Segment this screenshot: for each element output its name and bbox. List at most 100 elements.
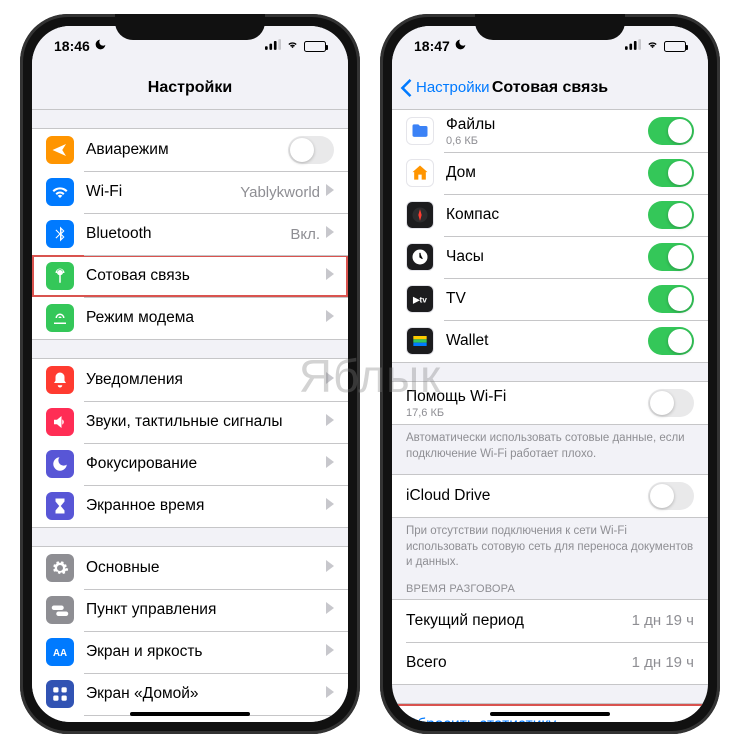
- app-label: Файлы: [446, 116, 648, 134]
- talk-label: Всего: [406, 654, 632, 672]
- app-icon: ▶tv: [406, 285, 434, 313]
- bluetooth-icon: [46, 220, 74, 248]
- phone-right: 18:47 Настройки Сотовая связь: [380, 14, 720, 734]
- airplane-icon: [46, 136, 74, 164]
- home-indicator[interactable]: [490, 712, 610, 716]
- gear-icon: [46, 554, 74, 582]
- app-data-row[interactable]: Часы: [392, 236, 708, 278]
- app-data-row[interactable]: Файлы0,6 КБ: [392, 110, 708, 152]
- chevron-right-icon: [326, 643, 334, 661]
- aa-icon: AA: [46, 638, 74, 666]
- notch: [475, 14, 625, 40]
- cellular-icon: [265, 39, 281, 53]
- app-label: TV: [446, 290, 648, 308]
- settings-row-bell[interactable]: Уведомления: [32, 359, 348, 401]
- app-label: Компас: [446, 206, 648, 224]
- hotspot-icon: [46, 304, 74, 332]
- settings-row-switches[interactable]: Пункт управления: [32, 589, 348, 631]
- row-label: Основные: [86, 559, 326, 577]
- row-label: Фокусирование: [86, 455, 326, 473]
- icloud-drive-label: iCloud Drive: [406, 487, 648, 505]
- app-icon: [406, 159, 434, 187]
- wifi-assist-note: Автоматически использовать сотовые данны…: [392, 425, 708, 464]
- app-data-row[interactable]: Дом: [392, 152, 708, 194]
- chevron-right-icon: [326, 267, 334, 285]
- icloud-drive-row[interactable]: iCloud Drive: [392, 475, 708, 517]
- app-icon: [406, 243, 434, 271]
- chevron-right-icon: [326, 309, 334, 327]
- app-icon: [406, 201, 434, 229]
- app-label: Часы: [446, 248, 648, 266]
- home-indicator[interactable]: [130, 712, 250, 716]
- status-time: 18:47: [414, 38, 450, 54]
- row-label: Bluetooth: [86, 225, 290, 243]
- app-data-row[interactable]: Компас: [392, 194, 708, 236]
- row-detail: Yablykworld: [240, 184, 320, 201]
- row-label: Режим модема: [86, 309, 326, 327]
- toggle-switch[interactable]: [648, 201, 694, 229]
- moon-icon: [46, 450, 74, 478]
- row-label: Звуки, тактильные сигналы: [86, 413, 326, 431]
- row-label: Экран и яркость: [86, 643, 326, 661]
- wifi-assist-label: Помощь Wi-Fi: [406, 388, 648, 406]
- settings-row-moon[interactable]: Фокусирование: [32, 443, 348, 485]
- settings-row-gear[interactable]: Основные: [32, 547, 348, 589]
- settings-row-hourglass[interactable]: Экранное время: [32, 485, 348, 527]
- wifi-assist-switch[interactable]: [648, 389, 694, 417]
- nav-bar: Настройки Сотовая связь: [392, 66, 708, 110]
- svg-text:▶tv: ▶tv: [412, 294, 427, 304]
- toggle-switch[interactable]: [648, 243, 694, 271]
- settings-row-aa[interactable]: AA Экран и яркость: [32, 631, 348, 673]
- settings-row-grid[interactable]: Экран «Домой»: [32, 673, 348, 715]
- settings-row-access[interactable]: Универсальный доступ: [32, 715, 348, 722]
- settings-row-airplane[interactable]: Авиарежим: [32, 129, 348, 171]
- talk-value: 1 дн 19 ч: [632, 654, 694, 671]
- chevron-right-icon: [326, 455, 334, 473]
- cellular-icon: [625, 39, 641, 53]
- row-label: Экран «Домой»: [86, 685, 326, 703]
- row-label: Пункт управления: [86, 601, 326, 619]
- toggle-switch[interactable]: [288, 136, 334, 164]
- nav-title: Сотовая связь: [492, 79, 608, 97]
- app-sublabel: 0,6 КБ: [446, 135, 648, 147]
- wifi-icon: [645, 39, 660, 53]
- row-label: Авиарежим: [86, 141, 288, 159]
- settings-row-wifi[interactable]: Wi-FiYablykworld: [32, 171, 348, 213]
- svg-text:AA: AA: [53, 648, 67, 659]
- chevron-right-icon: [326, 685, 334, 703]
- settings-row-antenna[interactable]: Сотовая связь: [32, 255, 348, 297]
- battery-icon: [304, 41, 326, 52]
- toggle-switch[interactable]: [648, 327, 694, 355]
- nav-bar: Настройки: [32, 66, 348, 110]
- phone-left: 18:46 Настройки Авиарежим Wi-FiYablykworl…: [20, 14, 360, 734]
- antenna-icon: [46, 262, 74, 290]
- wifi-assist-sub: 17,6 КБ: [406, 407, 648, 419]
- notch: [115, 14, 265, 40]
- icloud-drive-switch[interactable]: [648, 482, 694, 510]
- toggle-switch[interactable]: [648, 159, 694, 187]
- chevron-right-icon: [326, 497, 334, 515]
- toggle-switch[interactable]: [648, 285, 694, 313]
- status-time: 18:46: [54, 38, 90, 54]
- settings-row-bluetooth[interactable]: BluetoothВкл.: [32, 213, 348, 255]
- chevron-right-icon: [326, 413, 334, 431]
- toggle-switch[interactable]: [648, 117, 694, 145]
- chevron-right-icon: [326, 183, 334, 201]
- settings-row-hotspot[interactable]: Режим модема: [32, 297, 348, 339]
- chevron-right-icon: [326, 559, 334, 577]
- grid-icon: [46, 680, 74, 708]
- settings-row-speaker[interactable]: Звуки, тактильные сигналы: [32, 401, 348, 443]
- battery-icon: [664, 41, 686, 52]
- chevron-right-icon: [326, 225, 334, 243]
- dnd-icon: [454, 38, 467, 54]
- chevron-right-icon: [326, 601, 334, 619]
- switches-icon: [46, 596, 74, 624]
- dnd-icon: [94, 38, 107, 54]
- back-button[interactable]: Настройки: [400, 79, 490, 97]
- talk-value: 1 дн 19 ч: [632, 612, 694, 629]
- wifi-icon: [285, 39, 300, 53]
- wifi-assist-row[interactable]: Помощь Wi-Fi 17,6 КБ: [392, 382, 708, 424]
- app-data-row[interactable]: Wallet: [392, 320, 708, 362]
- chevron-right-icon: [326, 371, 334, 389]
- app-data-row[interactable]: ▶tv TV: [392, 278, 708, 320]
